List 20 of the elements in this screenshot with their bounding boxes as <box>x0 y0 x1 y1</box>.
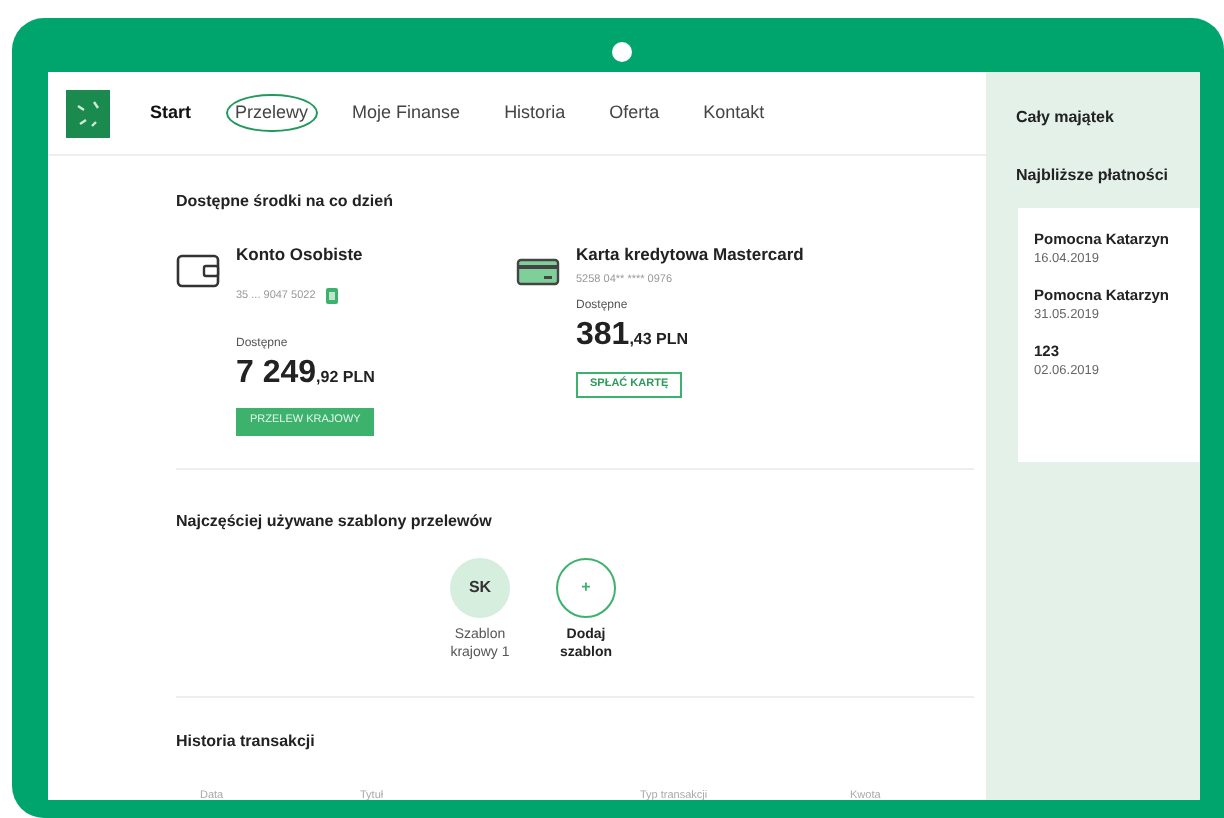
balance-amount: 7 249,92 PLN <box>236 357 375 390</box>
section-heading: Historia transakcji <box>176 730 317 754</box>
account-name: Konto Osobiste <box>236 242 365 268</box>
section-heading: Dostępne środki na co dzień <box>176 190 395 214</box>
template-button[interactable]: SK <box>450 558 510 618</box>
credit-card-icon <box>516 257 560 286</box>
account-name: Karta kredytowa Mastercard <box>576 242 804 268</box>
section-heading: Najczęściej używane szablony przelewów <box>176 510 494 534</box>
copy-icon[interactable] <box>325 287 338 304</box>
nav-link[interactable]: Historia <box>494 93 576 133</box>
total-assets-link[interactable]: Cały majątek <box>1016 106 1200 130</box>
nav-link[interactable]: Kontakt <box>693 93 775 133</box>
nav-link[interactable]: Oferta <box>599 93 670 133</box>
section-heading: Najbliższe płatności <box>1016 164 1171 188</box>
camera-dot <box>612 42 632 62</box>
nav-link[interactable]: Przelewy <box>225 93 319 133</box>
nav-link[interactable]: Moje Finanse <box>342 93 471 133</box>
balance-amount: 381,43 PLN <box>576 320 691 352</box>
nav-link[interactable]: Start <box>140 93 202 133</box>
wallet-icon <box>176 254 220 289</box>
